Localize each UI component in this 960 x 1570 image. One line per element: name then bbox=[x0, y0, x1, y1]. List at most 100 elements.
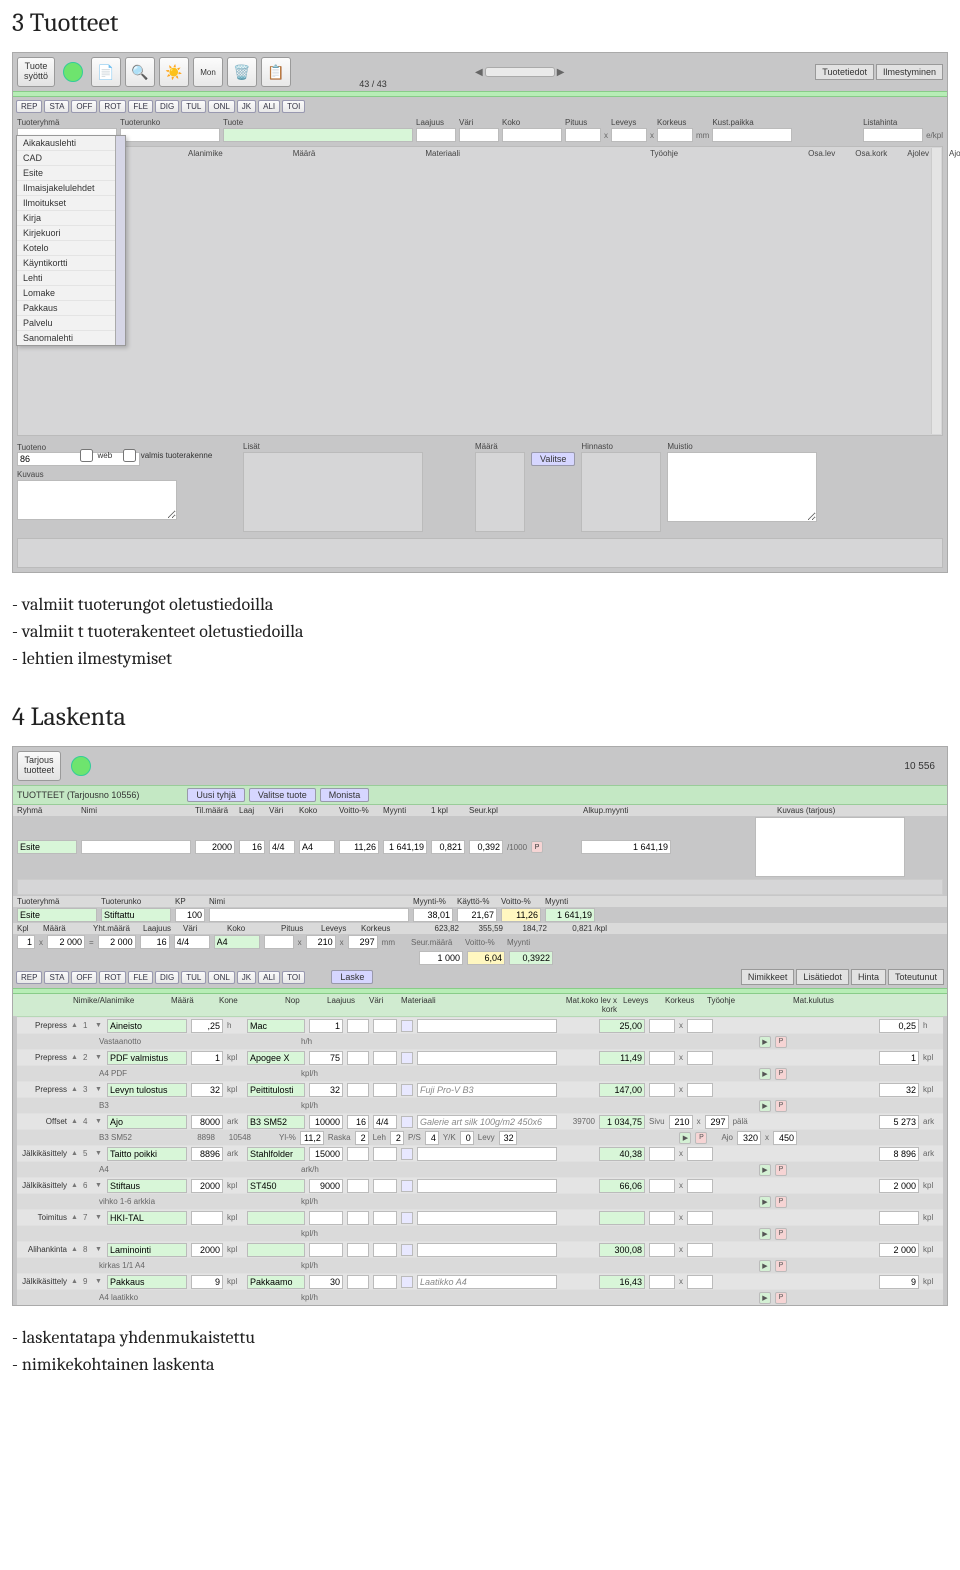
mr2-maara[interactable] bbox=[47, 935, 85, 949]
arrow-right-icon[interactable]: ▶ bbox=[759, 1292, 771, 1304]
op-nop[interactable] bbox=[309, 1243, 343, 1257]
code4-rot[interactable]: ROT bbox=[99, 971, 126, 984]
op-laaj[interactable] bbox=[347, 1115, 369, 1129]
op-vari[interactable] bbox=[373, 1019, 397, 1033]
op-kone[interactable] bbox=[247, 1115, 305, 1129]
op-lev[interactable] bbox=[649, 1179, 675, 1193]
op-name[interactable] bbox=[107, 1083, 187, 1097]
triangle-up-icon[interactable]: ▲ bbox=[71, 1118, 79, 1125]
dd-item-pakkaus[interactable]: Pakkaus bbox=[17, 300, 115, 315]
code-rot[interactable]: ROT bbox=[99, 100, 126, 113]
op-laaj[interactable] bbox=[347, 1275, 369, 1289]
input-listahinta[interactable] bbox=[863, 128, 923, 142]
code4-dig[interactable]: DIG bbox=[155, 971, 179, 984]
tool-icon-2[interactable]: 🔍 bbox=[125, 57, 155, 87]
tool-icon-3[interactable]: ☀️ bbox=[159, 57, 189, 87]
code-rep[interactable]: REP bbox=[16, 100, 42, 113]
op-laaj[interactable] bbox=[347, 1179, 369, 1193]
mr1-myynti[interactable] bbox=[545, 908, 595, 922]
op-kone[interactable] bbox=[247, 1147, 305, 1161]
dd-item-esite[interactable]: Esite bbox=[17, 165, 115, 180]
p-icon[interactable]: P bbox=[695, 1132, 707, 1144]
op-kone[interactable] bbox=[247, 1243, 305, 1257]
op-kork[interactable] bbox=[687, 1051, 713, 1065]
input-laajuus[interactable] bbox=[416, 128, 456, 142]
td-myynti[interactable] bbox=[383, 840, 427, 854]
op-sivu-h[interactable] bbox=[705, 1115, 729, 1129]
code-off[interactable]: OFF bbox=[71, 100, 97, 113]
arrow-right-icon[interactable]: ▶ bbox=[679, 1132, 691, 1144]
op-kul[interactable] bbox=[879, 1115, 919, 1129]
triangle-up-icon[interactable]: ▲ bbox=[71, 1214, 79, 1221]
op-kul[interactable] bbox=[879, 1019, 919, 1033]
p-icon[interactable]: P bbox=[775, 1164, 787, 1176]
op-mat[interactable] bbox=[417, 1115, 557, 1129]
td-kpl1[interactable] bbox=[431, 840, 465, 854]
tab-hinta[interactable]: Hinta bbox=[851, 969, 886, 985]
op-kul[interactable] bbox=[879, 1179, 919, 1193]
op-vari[interactable] bbox=[373, 1275, 397, 1289]
kuvaus-tarjous-box[interactable] bbox=[755, 817, 905, 877]
mr1-voittopc[interactable] bbox=[501, 908, 541, 922]
op-vari[interactable] bbox=[373, 1051, 397, 1065]
btn-monista[interactable]: Monista bbox=[320, 788, 370, 802]
input-tuote[interactable] bbox=[223, 128, 413, 142]
valitse-button[interactable]: Valitse bbox=[531, 452, 575, 466]
op-kork[interactable] bbox=[687, 1019, 713, 1033]
triangle-down-icon[interactable]: ▼ bbox=[95, 1214, 103, 1221]
op-price[interactable] bbox=[599, 1083, 645, 1097]
mr2-leveys[interactable] bbox=[306, 935, 336, 949]
triangle-up-icon[interactable]: ▲ bbox=[71, 1054, 79, 1061]
tab-lisatiedot[interactable]: Lisätiedot bbox=[796, 969, 849, 985]
mr1-tuoteryhma[interactable] bbox=[17, 908, 97, 922]
triangle-down-icon[interactable]: ▼ bbox=[95, 1022, 103, 1029]
op-laaj[interactable] bbox=[347, 1019, 369, 1033]
op-kork[interactable] bbox=[687, 1211, 713, 1225]
op-maara[interactable] bbox=[191, 1051, 223, 1065]
input-korkeus[interactable] bbox=[657, 128, 693, 142]
op-lev[interactable] bbox=[649, 1211, 675, 1225]
code4-jk[interactable]: JK bbox=[237, 971, 256, 984]
op-kork[interactable] bbox=[687, 1243, 713, 1257]
op-kone[interactable] bbox=[247, 1019, 305, 1033]
op-nop[interactable] bbox=[309, 1211, 343, 1225]
op-name[interactable] bbox=[107, 1147, 187, 1161]
slider-next-icon[interactable]: ▶ bbox=[557, 67, 565, 78]
dd-item-kirjekuori[interactable]: Kirjekuori bbox=[17, 225, 115, 240]
btn-valitse-tuote[interactable]: Valitse tuote bbox=[249, 788, 316, 802]
slider-prev-icon[interactable]: ◀ bbox=[475, 67, 483, 78]
op-nop[interactable] bbox=[309, 1019, 343, 1033]
input-leveys[interactable] bbox=[611, 128, 647, 142]
op-mat[interactable] bbox=[417, 1179, 557, 1193]
checkbox-web[interactable] bbox=[80, 449, 93, 462]
op-mat[interactable] bbox=[417, 1243, 557, 1257]
td-laaj[interactable] bbox=[239, 840, 265, 854]
p-icon[interactable]: P bbox=[775, 1292, 787, 1304]
op-price[interactable] bbox=[599, 1051, 645, 1065]
dd-item-kotelo[interactable]: Kotelo bbox=[17, 240, 115, 255]
input-tuoterunko[interactable] bbox=[120, 128, 220, 142]
op-mat[interactable] bbox=[417, 1275, 557, 1289]
op-mat[interactable] bbox=[417, 1083, 557, 1097]
code4-ali[interactable]: ALI bbox=[258, 971, 280, 984]
op-kork[interactable] bbox=[687, 1275, 713, 1289]
dd-item-palvelu[interactable]: Palvelu bbox=[17, 315, 115, 330]
tab-toteutunut[interactable]: Toteutunut bbox=[888, 969, 944, 985]
mr3-voitto[interactable] bbox=[467, 951, 505, 965]
op-maara[interactable] bbox=[191, 1147, 223, 1161]
op-lev[interactable] bbox=[649, 1147, 675, 1161]
tab-nimikkeet[interactable]: Nimikkeet bbox=[741, 969, 795, 985]
op-kone[interactable] bbox=[247, 1051, 305, 1065]
p-icon[interactable]: P bbox=[775, 1260, 787, 1272]
op-name[interactable] bbox=[107, 1243, 187, 1257]
op-maara[interactable] bbox=[191, 1115, 223, 1129]
td-seurkpl[interactable] bbox=[469, 840, 503, 854]
td-nimi[interactable] bbox=[81, 840, 191, 854]
op-price[interactable] bbox=[599, 1147, 645, 1161]
triangle-down-icon[interactable]: ▼ bbox=[95, 1246, 103, 1253]
mr2-pituus[interactable] bbox=[264, 935, 294, 949]
op-kul[interactable] bbox=[879, 1211, 919, 1225]
op-nop[interactable] bbox=[309, 1179, 343, 1193]
op-kul[interactable] bbox=[879, 1243, 919, 1257]
code-ali[interactable]: ALI bbox=[258, 100, 280, 113]
